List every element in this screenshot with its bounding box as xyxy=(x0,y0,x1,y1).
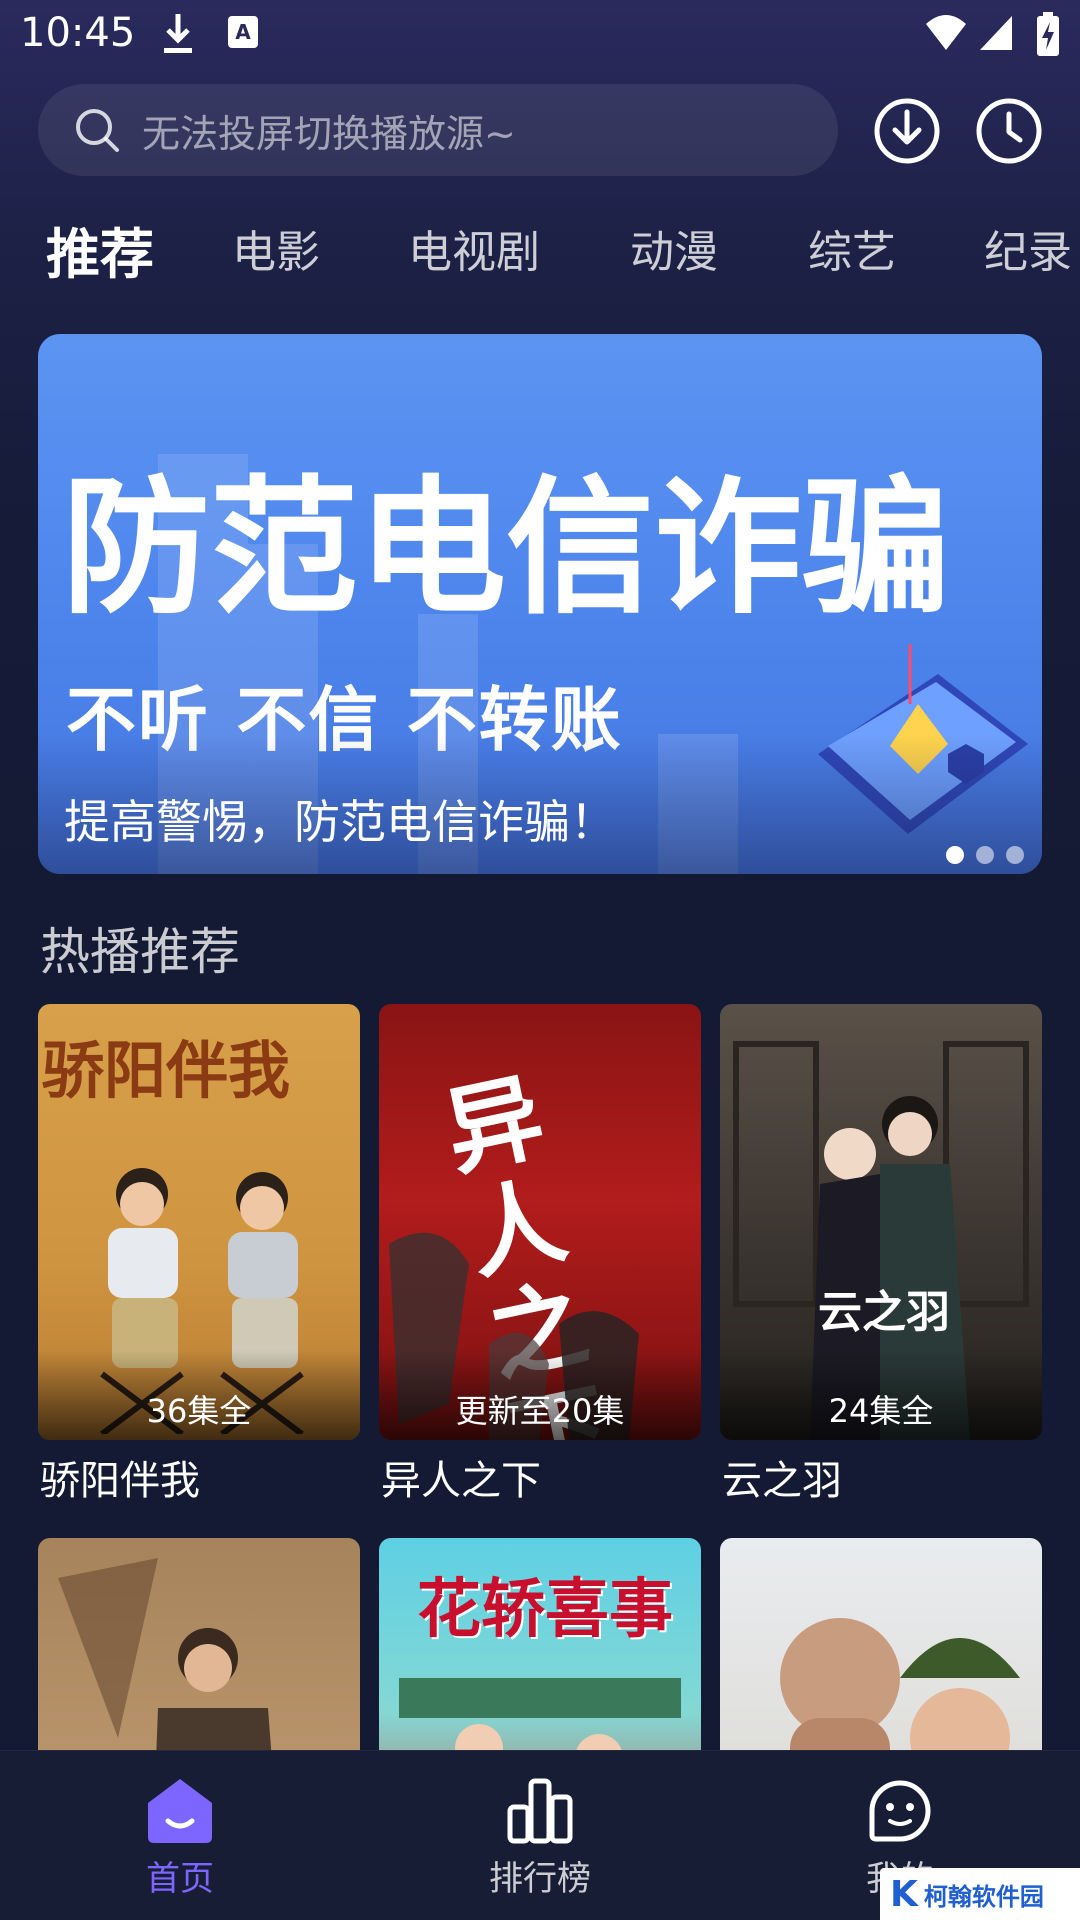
banner-headline: 防范电信诈骗 xyxy=(62,462,950,634)
nav-ranking[interactable]: 排行榜 xyxy=(440,1751,640,1920)
poster-title-art: 骄阳伴我 xyxy=(42,1034,291,1107)
app-screen: 10:45 A 无法投屏切换播放源~ 推荐 电影 电视剧 动漫 综艺 纪录 防范… xyxy=(0,0,1080,1920)
tab-movies[interactable]: 电影 xyxy=(232,216,320,280)
tab-variety[interactable]: 综艺 xyxy=(808,216,896,280)
nav-label: 排行榜 xyxy=(489,1859,591,1899)
tab-documentary[interactable]: 纪录 xyxy=(984,216,1072,280)
pagination-dot xyxy=(946,846,964,864)
poster-image: 骄阳伴我 36集全 xyxy=(38,1004,360,1440)
download-icon[interactable] xyxy=(872,96,942,166)
watermark-text: 柯翰软件园 xyxy=(923,1882,1044,1911)
pagination-dot xyxy=(976,846,994,864)
search-bar[interactable]: 无法投屏切换播放源~ xyxy=(38,84,838,176)
ranking-icon xyxy=(507,1778,573,1844)
battery-icon xyxy=(1037,12,1059,56)
poster-image: 异人之下 更新至20集 xyxy=(379,1004,701,1440)
signal-icon xyxy=(980,16,1012,50)
search-placeholder: 无法投屏切换播放源~ xyxy=(142,111,516,156)
watermark: K 柯翰软件园 xyxy=(880,1868,1080,1920)
history-icon[interactable] xyxy=(974,96,1044,166)
wifi-icon xyxy=(926,15,966,50)
card-title: 云之羽 xyxy=(722,1458,842,1504)
search-icon xyxy=(76,109,119,152)
nav-label: 首页 xyxy=(146,1859,214,1899)
card-title: 骄阳伴我 xyxy=(40,1458,200,1504)
episode-badge: 更新至20集 xyxy=(455,1392,625,1430)
episode-badge: 36集全 xyxy=(146,1392,252,1430)
watermark-logo: K xyxy=(890,1873,918,1915)
app-notification-icon: A xyxy=(228,16,258,48)
video-card[interactable]: 云之羽 24集全 云之羽 xyxy=(720,1004,1042,1506)
nav-home[interactable]: 首页 xyxy=(80,1751,280,1920)
status-bar: 10:45 A xyxy=(0,0,1080,70)
pagination-dot xyxy=(1006,846,1024,864)
category-tabs: 推荐 电影 电视剧 动漫 综艺 纪录 xyxy=(0,200,1080,296)
home-icon xyxy=(148,1779,212,1843)
banner-caption: 提高警惕，防范电信诈骗！ xyxy=(64,795,616,849)
section-title-hot: 热播推荐 xyxy=(40,923,240,981)
video-card[interactable]: 骄阳伴我 36集全 骄阳伴我 xyxy=(38,1004,360,1506)
promo-banner[interactable]: 防范电信诈骗 不听 不信 不转账 提高警惕，防范电信诈骗！ xyxy=(38,334,1042,874)
tab-tv-series[interactable]: 电视剧 xyxy=(408,216,540,280)
poster-title-art: 云之羽 xyxy=(818,1287,950,1338)
poster-title-art: 花轿喜事 xyxy=(417,1573,673,1647)
episode-badge: 24集全 xyxy=(828,1392,934,1430)
poster-image: 云之羽 24集全 xyxy=(720,1004,1042,1440)
tab-recommend[interactable]: 推荐 xyxy=(46,210,154,289)
profile-icon xyxy=(869,1780,931,1842)
card-title: 异人之下 xyxy=(381,1458,541,1504)
status-time: 10:45 xyxy=(20,10,136,56)
banner-pagination xyxy=(946,846,1024,864)
tab-anime[interactable]: 动漫 xyxy=(630,216,718,280)
download-notification-icon xyxy=(164,14,192,53)
video-card[interactable]: 异人之下 更新至20集 异人之下 xyxy=(379,1004,701,1506)
